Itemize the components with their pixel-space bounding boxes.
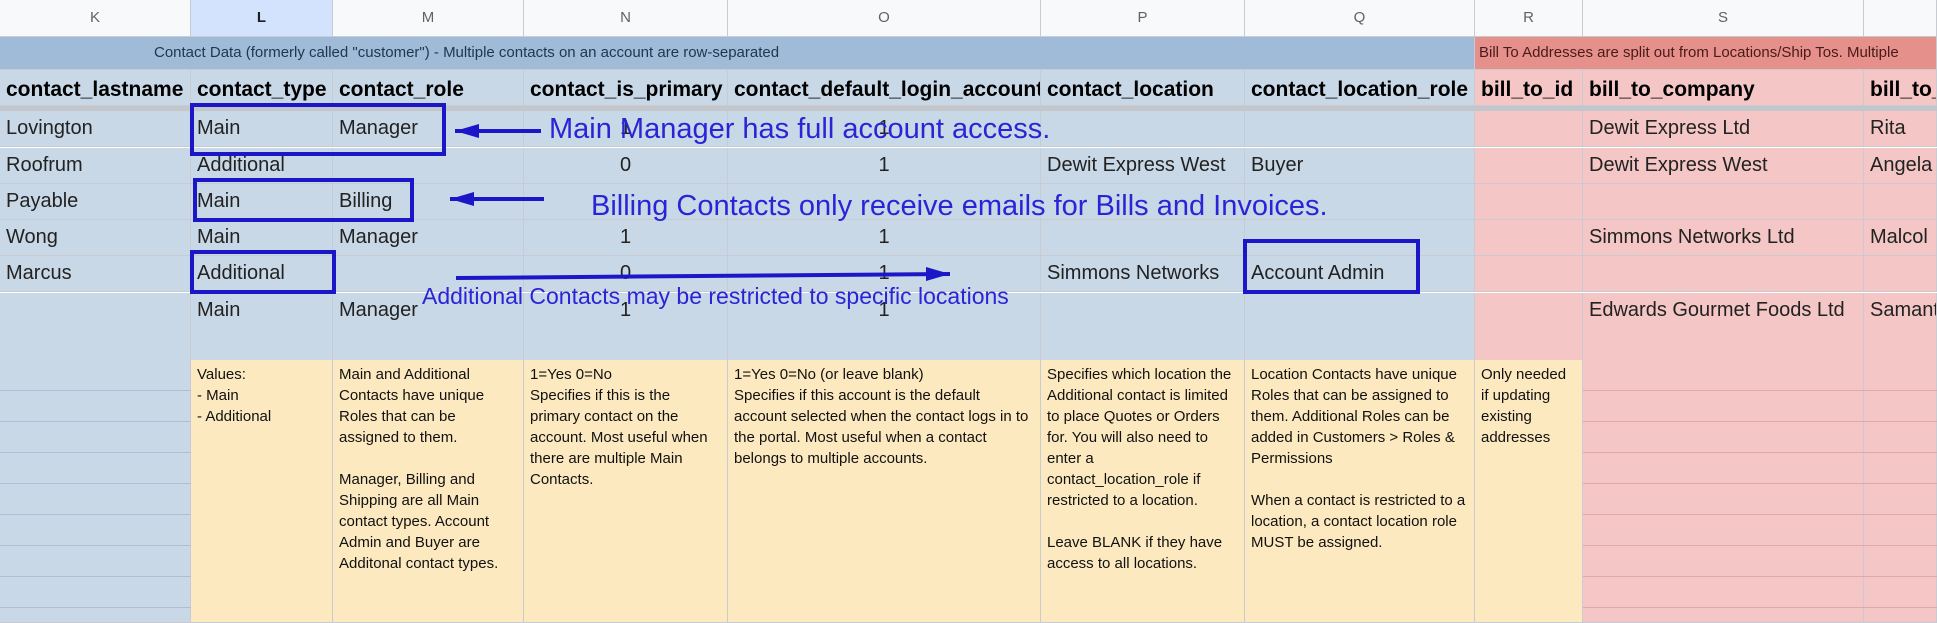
arrow-to-main-manager	[455, 124, 541, 138]
spreadsheet-grid: K L M N O P Q R S Contact Data (formerly called "…	[0, 0, 1937, 623]
annotation-arrows	[450, 124, 951, 281]
arrow-to-main-billing	[450, 192, 544, 206]
arrow-to-additional-locations	[455, 267, 951, 281]
